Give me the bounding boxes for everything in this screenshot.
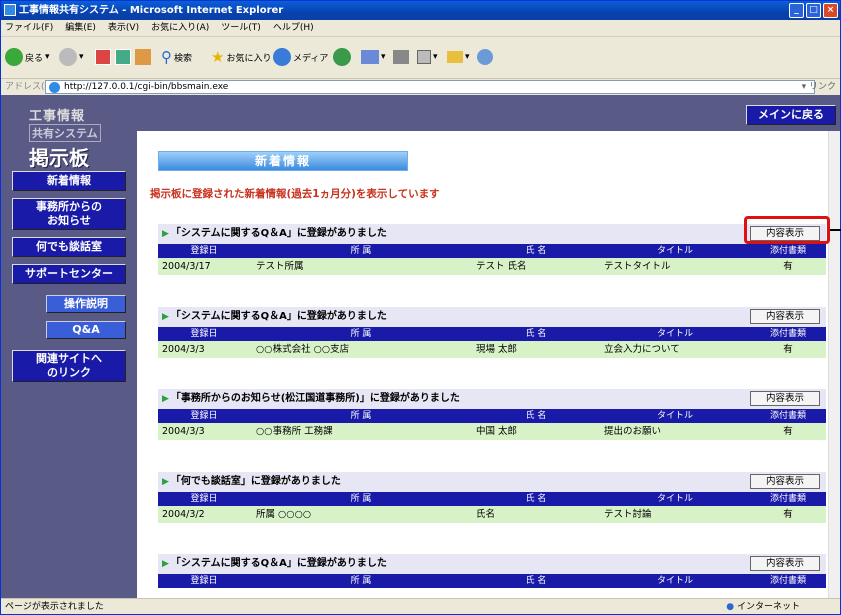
menu-help[interactable]: ヘルプ(H) xyxy=(273,20,314,36)
stop-icon xyxy=(95,49,111,65)
entry-block: ▶ 「システムに関するQ＆A」に登録がありました 内容表示 登録日 所 属 氏 名… xyxy=(158,554,826,588)
print-button[interactable] xyxy=(393,45,409,69)
show-content-button[interactable]: 内容表示 xyxy=(750,309,820,324)
refresh-icon xyxy=(115,49,131,65)
edit-button[interactable]: ▾ xyxy=(417,45,438,69)
menu-view[interactable]: 表示(V) xyxy=(108,20,139,36)
page-content: 工事情報 共有システム 掲示板 新着情報 事務所からの お知らせ 何でも談話室 … xyxy=(1,95,840,598)
table-row: 2004/3/3 ○○事務所 工務課 中国 太郎 提出のお願い 有 xyxy=(158,423,826,440)
favorites-button[interactable]: ★ お気に入り xyxy=(211,45,271,69)
search-button[interactable]: ⚲ 検索 xyxy=(161,45,192,69)
table-row: 2004/3/3 ○○株式会社 ○○支店 現場 太郎 立会入力について 有 xyxy=(158,341,826,358)
status-bar: ページが表示されました ● インターネット xyxy=(1,598,840,614)
sidebar: 工事情報 共有システム 掲示板 新着情報 事務所からの お知らせ 何でも談話室 … xyxy=(1,95,137,598)
menu-tools[interactable]: ツール(T) xyxy=(221,20,261,36)
menu-favorites[interactable]: お気に入り(A) xyxy=(151,20,209,36)
system-logo: 工事情報 共有システム 掲示板 xyxy=(29,105,109,170)
title-bar: 工事情報共有システム - Microsoft Internet Explorer… xyxy=(1,1,840,20)
browser-window: 工事情報共有システム - Microsoft Internet Explorer… xyxy=(0,0,841,615)
nav-qa[interactable]: Q&A xyxy=(46,321,126,339)
page-title: 新着情報 xyxy=(158,151,408,171)
entry-header: ▶ 「事務所からのお知らせ(松江国道事務所)」に登録がありました 内容表示 xyxy=(158,389,826,409)
home-button[interactable] xyxy=(135,45,151,69)
highlight-callout-box xyxy=(744,216,830,244)
page-icon xyxy=(49,82,60,93)
nav-manual[interactable]: 操作説明 xyxy=(46,295,126,313)
nav-new-info[interactable]: 新着情報 xyxy=(12,171,126,191)
ie-app-icon xyxy=(4,4,16,16)
mail-button[interactable]: ▾ xyxy=(361,45,386,69)
mail-icon xyxy=(361,50,379,64)
media-button[interactable]: メディア xyxy=(273,45,328,69)
back-arrow-icon xyxy=(5,48,23,66)
show-content-button[interactable]: 内容表示 xyxy=(750,556,820,571)
nav-links[interactable]: 関連サイトへ のリンク xyxy=(12,350,126,382)
home-icon xyxy=(135,49,151,65)
entry-header: ▶ 「何でも談話室」に登録がありました 内容表示 xyxy=(158,472,826,492)
arrow-icon: ▶ xyxy=(162,559,169,569)
folder-icon xyxy=(447,51,463,63)
entry-block: ▶ 「何でも談話室」に登録がありました 内容表示 登録日 所 属 氏 名 タイトル… xyxy=(158,472,826,523)
security-zone: ● インターネット xyxy=(726,602,800,612)
entry-block: ▶ 「システムに関するQ＆A」に登録がありました 内容表示 登録日 所 属 氏 名… xyxy=(158,307,826,358)
table-row: 2004/3/17 テスト所属 テスト 氏名 テストタイトル 有 xyxy=(158,258,826,275)
arrow-icon: ▶ xyxy=(162,312,169,322)
entry-block: ▶ 「システムに関するQ＆A」に登録がありました 内容表示 登録日 所 属 氏 名… xyxy=(158,224,826,275)
status-text: ページが表示されました xyxy=(5,602,104,612)
nav-support-center[interactable]: サポートセンター xyxy=(12,264,126,284)
intro-text: 掲示板に登録された新着情報(過去1ヵ月分)を表示しています xyxy=(150,188,440,200)
table-header: 登録日 所 属 氏 名 タイトル 添付書類 xyxy=(158,327,826,341)
callout-pointer-line xyxy=(830,229,841,231)
show-content-button[interactable]: 内容表示 xyxy=(750,391,820,406)
entry-header: ▶ 「システムに関するQ＆A」に登録がありました 内容表示 xyxy=(158,307,826,327)
entry-block: ▶ 「事務所からのお知らせ(松江国道事務所)」に登録がありました 内容表示 登録日… xyxy=(158,389,826,440)
main-area: 新着情報 掲示板に登録された新着情報(過去1ヵ月分)を表示しています ▶ 「システ… xyxy=(150,131,828,598)
forward-arrow-icon xyxy=(59,48,77,66)
history-icon xyxy=(333,48,351,66)
table-header: 登録日 所 属 氏 名 タイトル 添付書類 xyxy=(158,574,826,588)
menu-file[interactable]: ファイル(F) xyxy=(5,20,53,36)
arrow-icon: ▶ xyxy=(162,477,169,487)
entry-header: ▶ 「システムに関するQ＆A」に登録がありました 内容表示 xyxy=(158,554,826,574)
edit-icon xyxy=(417,50,431,64)
toolbar: 戻る ▾ ▾ ⚲ 検索 ★ お気に入り メディア ▾ ▾ ▾ xyxy=(1,37,840,79)
window-title: 工事情報共有システム - Microsoft Internet Explorer xyxy=(19,5,284,16)
stop-button[interactable] xyxy=(95,45,111,69)
nav-office-notice[interactable]: 事務所からの お知らせ xyxy=(12,198,126,230)
maximize-button[interactable]: □ xyxy=(806,3,821,18)
main-return-button[interactable]: メインに戻る xyxy=(746,105,836,125)
history-button[interactable] xyxy=(333,45,351,69)
nav-discussion[interactable]: 何でも談話室 xyxy=(12,237,126,257)
messenger-icon xyxy=(477,49,493,65)
arrow-icon: ▶ xyxy=(162,394,169,404)
vertical-scrollbar[interactable] xyxy=(828,131,840,598)
messenger-button[interactable] xyxy=(477,45,493,69)
refresh-button[interactable] xyxy=(115,45,131,69)
folder-button[interactable]: ▾ xyxy=(447,45,470,69)
star-icon: ★ xyxy=(211,48,225,66)
table-header: 登録日 所 属 氏 名 タイトル 添付書類 xyxy=(158,492,826,506)
search-icon: ⚲ xyxy=(161,48,172,66)
links-button[interactable]: ▾ リンク xyxy=(802,79,836,95)
menu-bar: ファイル(F) 編集(E) 表示(V) お気に入り(A) ツール(T) ヘルプ(… xyxy=(1,20,840,37)
top-strip: メインに戻る xyxy=(137,95,840,131)
arrow-icon: ▶ xyxy=(162,229,169,239)
address-input[interactable]: http://127.0.0.1/cgi-bin/bbsmain.exe xyxy=(45,80,815,94)
menu-edit[interactable]: 編集(E) xyxy=(65,20,96,36)
table-header: 登録日 所 属 氏 名 タイトル 添付書類 xyxy=(158,409,826,423)
table-row: 2004/3/2 所属 ○○○○ 氏名 テスト討論 有 xyxy=(158,506,826,523)
printer-icon xyxy=(393,50,409,64)
forward-button[interactable]: ▾ xyxy=(59,45,84,69)
table-header: 登録日 所 属 氏 名 タイトル 添付書類 xyxy=(158,244,826,258)
minimize-button[interactable]: _ xyxy=(789,3,804,18)
globe-icon: ● xyxy=(726,602,735,612)
address-bar: アドレス(D) http://127.0.0.1/cgi-bin/bbsmain… xyxy=(1,79,840,95)
entry-header: ▶ 「システムに関するQ＆A」に登録がありました 内容表示 xyxy=(158,224,826,244)
media-icon xyxy=(273,48,291,66)
show-content-button[interactable]: 内容表示 xyxy=(750,474,820,489)
back-button[interactable]: 戻る ▾ xyxy=(5,45,50,69)
close-button[interactable]: × xyxy=(823,3,838,18)
address-url: http://127.0.0.1/cgi-bin/bbsmain.exe xyxy=(64,82,229,92)
